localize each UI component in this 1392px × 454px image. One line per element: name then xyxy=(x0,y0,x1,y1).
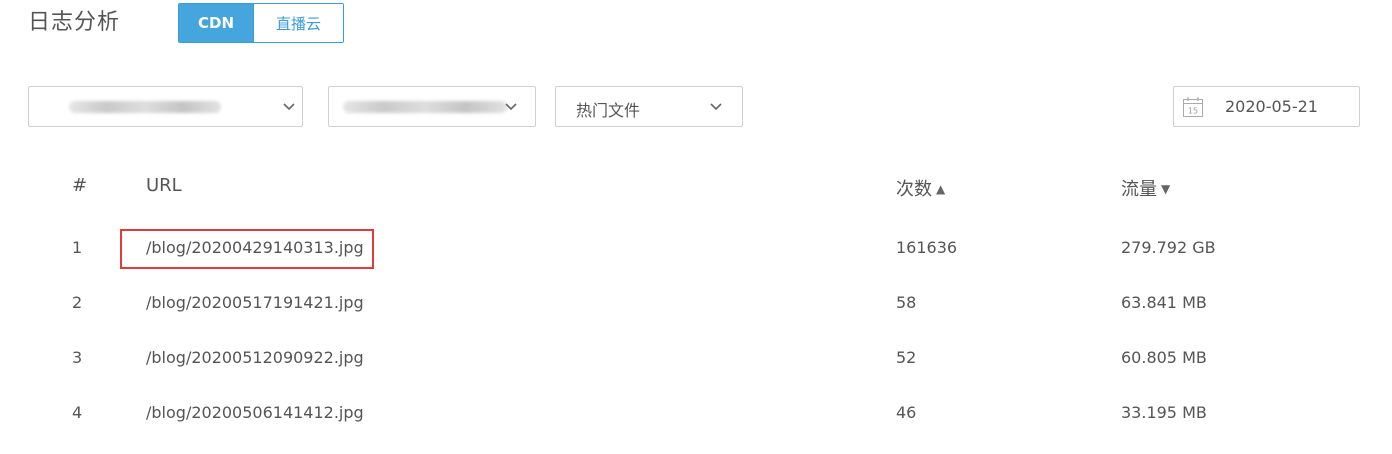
report-type-value: 热门文件 xyxy=(576,101,641,120)
log-analysis-page: 日志分析 CDN 直播云 热门文件 15 2020-05-21 # URL 次数… xyxy=(0,0,1392,454)
row-count: 52 xyxy=(896,348,917,367)
row-index: 1 xyxy=(72,238,83,257)
row-traffic: 63.841 MB xyxy=(1121,293,1207,312)
domain-select[interactable] xyxy=(28,86,303,127)
row-traffic: 60.805 MB xyxy=(1121,348,1207,367)
chevron-down-icon xyxy=(505,102,517,110)
row-traffic: 279.792 GB xyxy=(1121,238,1216,257)
tab-live-cloud[interactable]: 直播云 xyxy=(253,4,343,42)
column-header-count[interactable]: 次数 ▲ xyxy=(896,175,945,201)
sort-asc-icon[interactable]: ▲ xyxy=(936,182,945,196)
row-count: 161636 xyxy=(896,238,958,257)
page-title: 日志分析 xyxy=(28,10,121,35)
svg-text:15: 15 xyxy=(1188,107,1198,116)
row-index: 4 xyxy=(72,403,83,422)
report-type-select[interactable]: 热门文件 xyxy=(555,86,743,127)
column-header-url: URL xyxy=(146,175,182,196)
blurred-domain-value xyxy=(69,101,221,113)
row-count: 46 xyxy=(896,403,917,422)
row-index: 3 xyxy=(72,348,83,367)
chevron-down-icon xyxy=(710,102,722,110)
row-count: 58 xyxy=(896,293,917,312)
tab-cdn[interactable]: CDN xyxy=(179,4,253,42)
column-header-index: # xyxy=(72,175,88,196)
column-header-traffic[interactable]: 流量 ▼ xyxy=(1121,175,1170,201)
row-url: /blog/20200512090922.jpg xyxy=(146,348,364,367)
service-tabs: CDN 直播云 xyxy=(178,3,344,43)
row-url: /blog/20200429140313.jpg xyxy=(146,238,364,257)
row-traffic: 33.195 MB xyxy=(1121,403,1207,422)
date-picker[interactable]: 15 2020-05-21 xyxy=(1173,86,1360,127)
host-select[interactable] xyxy=(328,86,536,127)
row-url: /blog/20200517191421.jpg xyxy=(146,293,364,312)
sort-desc-icon[interactable]: ▼ xyxy=(1161,182,1170,196)
calendar-icon: 15 xyxy=(1183,97,1203,117)
chevron-down-icon xyxy=(283,102,295,110)
blurred-host-value xyxy=(343,101,507,113)
date-value: 2020-05-21 xyxy=(1225,97,1318,116)
row-url: /blog/20200506141412.jpg xyxy=(146,403,364,422)
count-header-label: 次数 xyxy=(896,179,932,200)
traffic-header-label: 流量 xyxy=(1121,179,1157,200)
row-index: 2 xyxy=(72,293,83,312)
